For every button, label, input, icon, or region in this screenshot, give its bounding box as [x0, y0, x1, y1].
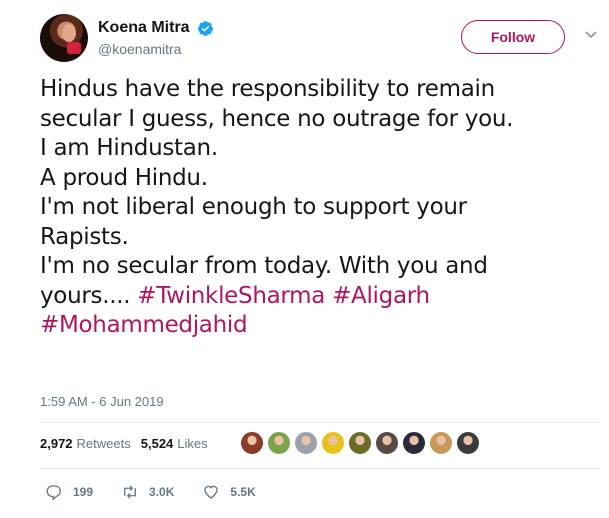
likes-count: 5,524	[140, 436, 174, 451]
liker-avatar[interactable]	[294, 431, 318, 455]
liker-avatar[interactable]	[429, 431, 453, 455]
retweet-button[interactable]: 3.0K	[121, 483, 174, 501]
verified-badge-icon	[198, 20, 213, 36]
reply-count: 199	[73, 485, 94, 499]
retweets-label: Retweets	[76, 436, 131, 451]
heart-icon	[204, 485, 219, 499]
likes-stat[interactable]: 5,524 Likes	[141, 436, 208, 451]
tweet-line: I am Hindustan.	[40, 135, 218, 161]
tweet-line: A proud Hindu.	[40, 164, 208, 191]
liker-avatar[interactable]	[375, 431, 399, 455]
display-name[interactable]: Koena Mitra	[98, 19, 190, 37]
hashtag-link[interactable]: #Mohammedjahid	[40, 312, 248, 338]
liker-avatar[interactable]	[402, 431, 426, 455]
like-button[interactable]: 5.5K	[202, 483, 256, 501]
liker-avatar[interactable]	[456, 431, 480, 455]
tweet-line: I'm no secular from today. With you and	[40, 253, 488, 279]
chevron-down-icon[interactable]	[583, 26, 599, 42]
tweet-line: I'm not liberal enough to support your	[40, 194, 467, 220]
tweet-text: Hindus have the responsibility to remain…	[40, 75, 600, 341]
avatar-face	[62, 24, 76, 42]
tweet-timestamp[interactable]: 1:59 AM - 6 Jun 2019	[40, 394, 164, 409]
retweet-count: 3.0K	[149, 485, 175, 499]
like-count: 5.5K	[230, 485, 256, 499]
divider	[40, 422, 600, 423]
tweet-header: Koena Mitra @koenamitra Follow	[40, 14, 600, 64]
retweet-icon	[124, 485, 136, 499]
divider	[40, 468, 600, 469]
liker-avatar[interactable]	[321, 431, 345, 455]
retweets-stat[interactable]: 2,972 Retweets	[40, 436, 131, 451]
retweets-count: 2,972	[40, 436, 73, 451]
liker-avatar[interactable]	[240, 431, 264, 455]
handle[interactable]: @koenamitra	[98, 41, 214, 57]
tweet-line: Rapists.	[40, 223, 129, 250]
liker-avatar[interactable]	[348, 431, 372, 455]
reply-icon	[46, 485, 62, 501]
tweet-line: #Mohammedjahid	[40, 311, 600, 341]
tweet-line: Hindus have the responsibility to remain	[40, 76, 495, 102]
hashtag-link[interactable]: #TwinkleSharma	[137, 283, 325, 309]
liker-avatars	[240, 431, 483, 455]
name-block: Koena Mitra @koenamitra	[98, 19, 214, 57]
tweet-line: secular I guess, hence no outrage for yo…	[40, 105, 514, 132]
tweet-actions: 199 3.0K 5.5K	[45, 483, 284, 501]
tweet-stats: 2,972 Retweets 5,524 Likes	[40, 436, 218, 451]
hashtag-link[interactable]: #Aligarh	[332, 283, 430, 309]
tweet-line-text: yours....	[40, 282, 138, 309]
avatar-accent	[67, 42, 81, 54]
follow-button[interactable]: Follow	[461, 20, 565, 54]
reply-button[interactable]: 199	[45, 483, 93, 501]
avatar[interactable]	[40, 14, 88, 62]
likes-label: Likes	[177, 436, 208, 451]
tweet-line: yours.... #TwinkleSharma #Aligarh	[40, 282, 600, 312]
liker-avatar[interactable]	[267, 431, 291, 455]
